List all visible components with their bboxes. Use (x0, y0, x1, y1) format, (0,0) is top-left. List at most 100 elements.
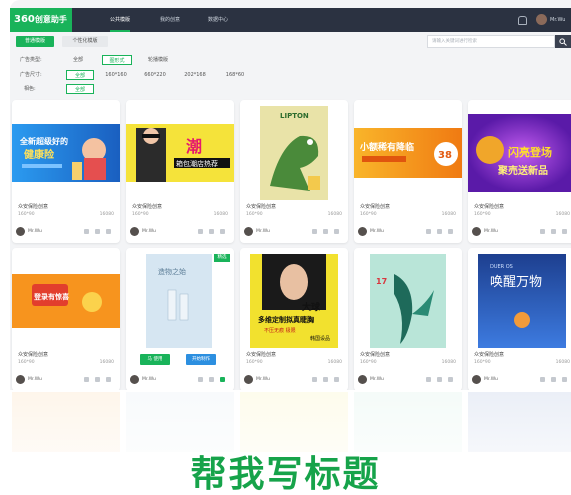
card-title: 众安保险创意 (132, 204, 163, 210)
card-footer: Mr.Wu (244, 374, 344, 386)
template-card[interactable]: 登录有惊喜 众安保险创意 160*90 16080 Mr.Wu (12, 248, 120, 390)
card-title: 众安保险创意 (360, 352, 391, 358)
heart-icon[interactable] (334, 377, 339, 382)
star-icon[interactable] (209, 229, 214, 234)
card-footer: Mr.Wu (130, 374, 230, 386)
heart-icon[interactable] (106, 377, 111, 382)
star-icon[interactable] (209, 377, 214, 382)
thumbnail-whale: 17 (370, 254, 446, 348)
template-card-hover[interactable]: 造物之始 精选 马 使用 开始制作 Mr.Wu (126, 248, 234, 390)
filter-option[interactable]: 全部 (62, 55, 94, 65)
card-author: Mr.Wu (256, 229, 270, 234)
search-button[interactable] (555, 35, 571, 48)
star-icon[interactable] (437, 377, 442, 382)
thumbnail-lipton: LIPTON (260, 106, 328, 200)
heart-icon[interactable] (220, 229, 225, 234)
avatar (358, 375, 367, 384)
nav-data-center[interactable]: 数据中心 (208, 8, 228, 32)
share-icon[interactable] (312, 229, 317, 234)
star-icon[interactable] (551, 377, 556, 382)
card-author: Mr.Wu (142, 377, 156, 382)
template-card[interactable]: LIPTON 众安保险创意 160*90 16080 Mr.Wu (240, 100, 348, 243)
avatar[interactable] (536, 14, 547, 25)
start-edit-button[interactable]: 开始制作 (186, 354, 216, 365)
filter-option-selected[interactable]: 图形式 (102, 55, 132, 65)
search-input[interactable]: 请输入关键词进行检索 (427, 35, 555, 48)
share-icon[interactable] (84, 377, 89, 382)
card-actions (540, 229, 570, 235)
filter-option[interactable]: 160*160 (102, 70, 130, 80)
card-author: Mr.Wu (28, 377, 42, 382)
share-icon[interactable] (84, 229, 89, 234)
card-author: Mr.Wu (28, 229, 42, 234)
star-icon[interactable] (551, 229, 556, 234)
share-icon[interactable] (540, 377, 545, 382)
share-icon[interactable] (198, 229, 203, 234)
share-icon[interactable] (312, 377, 317, 382)
svg-text:闪亮登场: 闪亮登场 (508, 145, 552, 159)
template-card[interactable]: 闪亮登场 聚売送新品 众安保险创意 160*90 16080 Mr.Wu (468, 100, 571, 243)
card-footer: Mr.Wu (472, 226, 571, 238)
card-footer: Mr.Wu (358, 374, 458, 386)
star-icon[interactable] (437, 229, 442, 234)
card-meta: 160*90 16080 (132, 212, 228, 217)
share-icon[interactable] (426, 377, 431, 382)
template-card[interactable]: 17 众安保险创意 160*90 16080 Mr.Wu (354, 248, 462, 390)
headline: 帮我写标题 (190, 454, 381, 495)
top-bar: 360创意助手 公共模版 我的创意 数据中心 Mr.Wu (10, 8, 571, 32)
share-icon[interactable] (198, 377, 203, 382)
template-card[interactable]: 潮 箱包潮店热荐 众安保险创意 160*90 16080 Mr.Wu (126, 100, 234, 243)
thumbnail-awaken-all: DUER OS 唤醒万物 (478, 254, 566, 348)
template-card[interactable]: 全新超级好的 健康险 众安保险创意 160*90 16080 Mr.Wu (12, 100, 120, 243)
svg-text:唤醒万物: 唤醒万物 (490, 275, 542, 290)
logo[interactable]: 360创意助手 (10, 8, 72, 32)
svg-text:造物之始: 造物之始 (158, 267, 186, 276)
bell-icon[interactable] (518, 16, 527, 25)
share-icon[interactable] (426, 229, 431, 234)
heart-icon[interactable] (448, 229, 453, 234)
custom-template-tab[interactable]: 个性化模版 (62, 36, 108, 47)
template-card[interactable]: DUER OS 唤醒万物 众安保险创意 160*90 16080 Mr.Wu (468, 248, 571, 390)
card-meta: 160*90 16080 (246, 212, 342, 217)
star-icon[interactable] (95, 377, 100, 382)
star-icon[interactable] (95, 229, 100, 234)
thumbnail-shining-debut: 闪亮登场 聚売送新品 (468, 114, 571, 192)
nav-public-templates[interactable]: 公共模版 (110, 8, 131, 32)
avatar (130, 375, 139, 384)
svg-text:韩国设品: 韩国设品 (310, 335, 330, 342)
template-card[interactable]: 大球 多维定制拟真睫胸 不压无痕 极限 韩国设品 众安保险创意 160*90 16… (240, 248, 348, 390)
filter-option-selected[interactable]: 全部 (66, 84, 94, 94)
svg-text:全新超级好的: 全新超级好的 (19, 136, 68, 146)
filter-option[interactable]: 轮播模版 (140, 55, 176, 65)
user-name[interactable]: Mr.Wu (550, 8, 565, 32)
star-icon[interactable] (323, 377, 328, 382)
heart-icon[interactable] (562, 229, 567, 234)
svg-text:健康险: 健康险 (24, 148, 55, 161)
card-author: Mr.Wu (370, 229, 384, 234)
filter-option[interactable]: 168*60 (220, 70, 250, 80)
filter-option-selected[interactable]: 全部 (66, 70, 94, 80)
template-card[interactable]: 小额稀有降临 38 众安保险创意 160*90 16080 Mr.Wu (354, 100, 462, 243)
heart-icon[interactable] (448, 377, 453, 382)
share-icon[interactable] (540, 229, 545, 234)
svg-text:小额稀有降临: 小额稀有降临 (359, 141, 414, 153)
svg-text:17: 17 (376, 277, 387, 286)
filter-option[interactable]: 660*220 (140, 70, 170, 80)
heart-icon[interactable] (106, 229, 111, 234)
card-author: Mr.Wu (256, 377, 270, 382)
nav-my-creative[interactable]: 我的创意 (160, 8, 180, 32)
use-template-button[interactable]: 马 使用 (140, 354, 170, 365)
standard-template-tab[interactable]: 普通模版 (16, 36, 54, 47)
card-footer: Mr.Wu (16, 226, 116, 238)
card-title: 众安保险创意 (360, 204, 391, 210)
card-footer: Mr.Wu (472, 374, 571, 386)
heart-icon[interactable] (334, 229, 339, 234)
filter-option[interactable]: 202*168 (180, 70, 210, 80)
card-author: Mr.Wu (484, 229, 498, 234)
heart-icon[interactable] (220, 377, 225, 382)
svg-text:大球: 大球 (302, 301, 321, 313)
heart-icon[interactable] (562, 377, 567, 382)
svg-text:LIPTON: LIPTON (280, 112, 309, 120)
thumbnail-bag-store: 潮 箱包潮店热荐 (126, 124, 234, 182)
star-icon[interactable] (323, 229, 328, 234)
